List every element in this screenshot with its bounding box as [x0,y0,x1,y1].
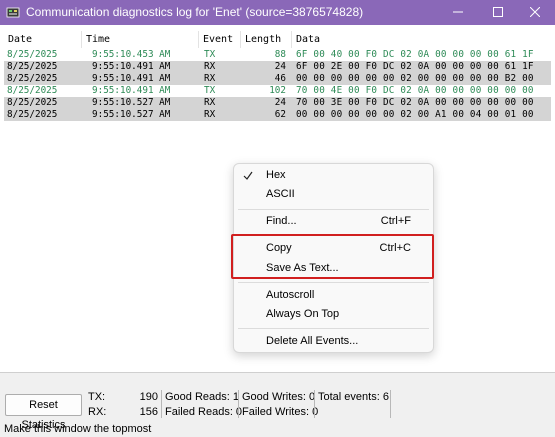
cell-length: 24 [274,97,286,108]
minimize-button[interactable] [438,0,478,25]
cell-time: 9:55:10.491 AM [92,73,171,84]
menu-item-autoscroll[interactable]: Autoscroll [234,286,433,305]
cell-length: 46 [274,73,286,84]
menu-item-hex[interactable]: Hex [234,166,433,185]
tx-label: TX: [88,391,106,403]
cell-time: 9:55:10.527 AM [92,97,171,108]
status-bar-text: Make this window the topmost [4,423,152,435]
cell-time: 9:55:10.527 AM [92,109,171,120]
menu-item-label: ASCII [266,188,295,200]
menu-item-find[interactable]: Find... Ctrl+F [234,212,433,231]
good-writes: Good Writes: 0 [242,391,316,403]
rx-count: 156 [139,406,158,418]
log-header: Date Time Event Length Data [0,31,555,48]
cell-time: 9:55:10.453 AM [92,49,171,60]
cell-length: 24 [274,61,286,72]
cell-length: 102 [269,85,286,96]
menu-item-label: Always On Top [266,308,340,320]
table-row[interactable]: 8/25/2025 9:55:10.491 AM TX 102 70 00 4E… [4,85,551,97]
cell-length: 62 [274,109,286,120]
stats-divider [161,390,162,418]
maximize-icon [493,6,503,20]
cell-length: 88 [274,49,286,60]
cell-data: 70 00 4E 00 F0 DC 02 0A 00 00 00 00 00 0… [296,85,534,96]
highlight-annotation-box [231,234,434,279]
menu-item-delete-all-events[interactable]: Delete All Events... [234,332,433,351]
menu-item-label: Autoscroll [266,289,315,301]
stats-divider [390,390,391,418]
menu-separator [238,282,429,283]
cell-data: 00 00 00 00 00 00 02 00 A1 00 04 00 01 0… [296,109,534,120]
stats-divider [314,390,315,418]
menu-item-shortcut: Ctrl+F [380,215,411,227]
menu-separator [238,209,429,210]
minimize-icon [453,6,463,20]
menu-separator [238,328,429,329]
cell-event: RX [204,109,216,120]
tx-count: 190 [139,391,158,403]
total-events: Total events: 6 [318,391,389,403]
title-bar: Communication diagnostics log for 'Enet'… [0,0,555,25]
cell-date: 8/25/2025 [7,109,58,120]
cell-event: RX [204,73,216,84]
table-row[interactable]: 8/25/2025 9:55:10.527 AM RX 62 00 00 00 … [4,109,551,121]
cell-event: RX [204,61,216,72]
close-button[interactable] [515,0,555,25]
menu-item-ascii[interactable]: ASCII [234,185,433,204]
cell-date: 8/25/2025 [7,61,58,72]
close-icon [529,6,541,20]
maximize-button[interactable] [478,0,518,25]
reset-statistics-button[interactable]: Reset Statistics [5,394,82,431]
cell-date: 8/25/2025 [7,85,58,96]
window-title: Communication diagnostics log for 'Enet'… [26,5,364,19]
rx-label: RX: [88,406,107,418]
cell-event: TX [204,49,216,60]
stats-divider [238,390,239,418]
table-row[interactable]: 8/25/2025 9:55:10.491 AM RX 46 00 00 00 … [4,73,551,85]
cell-data: 70 00 3E 00 F0 DC 02 0A 00 00 00 00 00 0… [296,97,534,108]
cell-time: 9:55:10.491 AM [92,61,171,72]
column-header-data[interactable]: Data [292,31,551,48]
table-row[interactable]: 8/25/2025 9:55:10.491 AM RX 24 6F 00 2E … [4,61,551,73]
failed-writes: Failed Writes: 0 [242,406,319,418]
cell-date: 8/25/2025 [7,49,58,60]
window-app-icon [6,5,20,19]
good-reads: Good Reads: 1 [165,391,239,403]
cell-date: 8/25/2025 [7,73,58,84]
menu-item-label: Hex [266,169,286,181]
menu-item-always-on-top[interactable]: Always On Top [234,305,433,324]
log-rows: 8/25/2025 9:55:10.453 AM TX 88 6F 00 40 … [4,49,551,121]
menu-item-label: Delete All Events... [266,335,359,347]
menu-item-label: Find... [266,215,297,227]
cell-date: 8/25/2025 [7,97,58,108]
statistics-panel: Reset Statistics TX: 190 RX: 156 Good Re… [0,372,555,437]
cell-time: 9:55:10.491 AM [92,85,171,96]
cell-event: RX [204,97,216,108]
table-row[interactable]: 8/25/2025 9:55:10.453 AM TX 88 6F 00 40 … [4,49,551,61]
column-header-date[interactable]: Date [4,31,82,48]
cell-data: 6F 00 40 00 F0 DC 02 0A 00 00 00 00 61 1… [296,49,534,60]
column-header-time[interactable]: Time [82,31,199,48]
cell-data: 6F 00 2E 00 F0 DC 02 0A 00 00 00 00 61 1… [296,61,534,72]
cell-data: 00 00 00 00 00 00 02 00 00 00 00 00 B2 0… [296,73,534,84]
column-header-event[interactable]: Event [199,31,241,48]
failed-reads: Failed Reads: 0 [165,406,243,418]
table-row[interactable]: 8/25/2025 9:55:10.527 AM RX 24 70 00 3E … [4,97,551,109]
column-header-length[interactable]: Length [241,31,292,48]
cell-event: TX [204,85,216,96]
